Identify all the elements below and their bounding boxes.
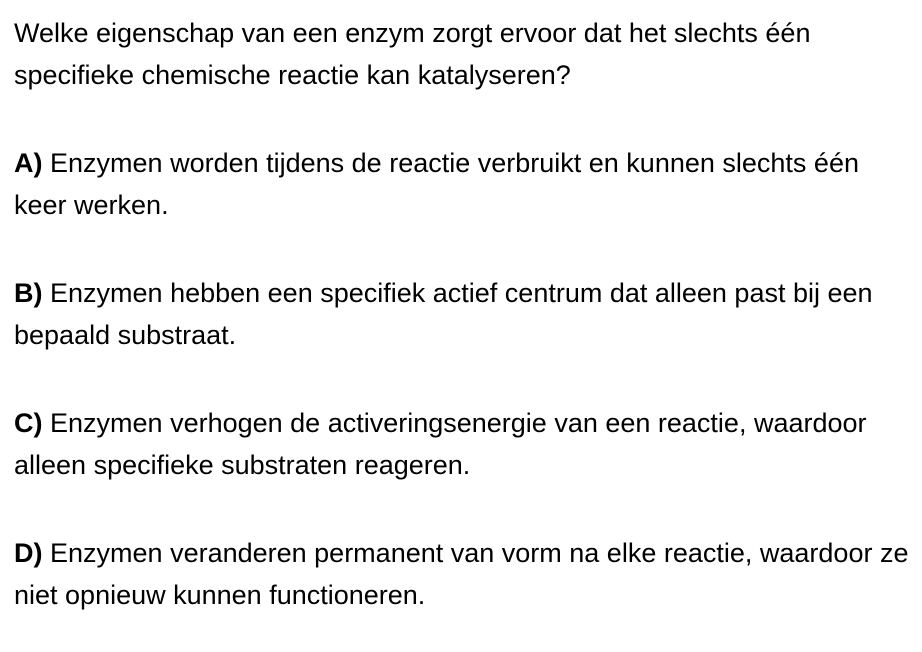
option-d: D) Enzymen veranderen permanent van vorm… [14, 532, 914, 616]
option-a-letter: A) [14, 148, 43, 178]
option-b-text: Enzymen hebben een specifiek actief cent… [14, 278, 873, 350]
option-b: B) Enzymen hebben een specifiek actief c… [14, 272, 914, 356]
option-a-text: Enzymen worden tijdens de reactie verbru… [14, 148, 859, 220]
option-c-letter: C) [14, 408, 43, 438]
option-c-text: Enzymen verhogen de activeringsenergie v… [14, 408, 867, 480]
option-d-text: Enzymen veranderen permanent van vorm na… [14, 538, 909, 610]
quiz-document: Welke eigenschap van een enzym zorgt erv… [14, 12, 914, 616]
question-text: Welke eigenschap van een enzym zorgt erv… [14, 18, 811, 90]
option-b-letter: B) [14, 278, 43, 308]
option-d-letter: D) [14, 538, 43, 568]
option-a: A) Enzymen worden tijdens de reactie ver… [14, 142, 914, 226]
option-c: C) Enzymen verhogen de activeringsenergi… [14, 402, 914, 486]
